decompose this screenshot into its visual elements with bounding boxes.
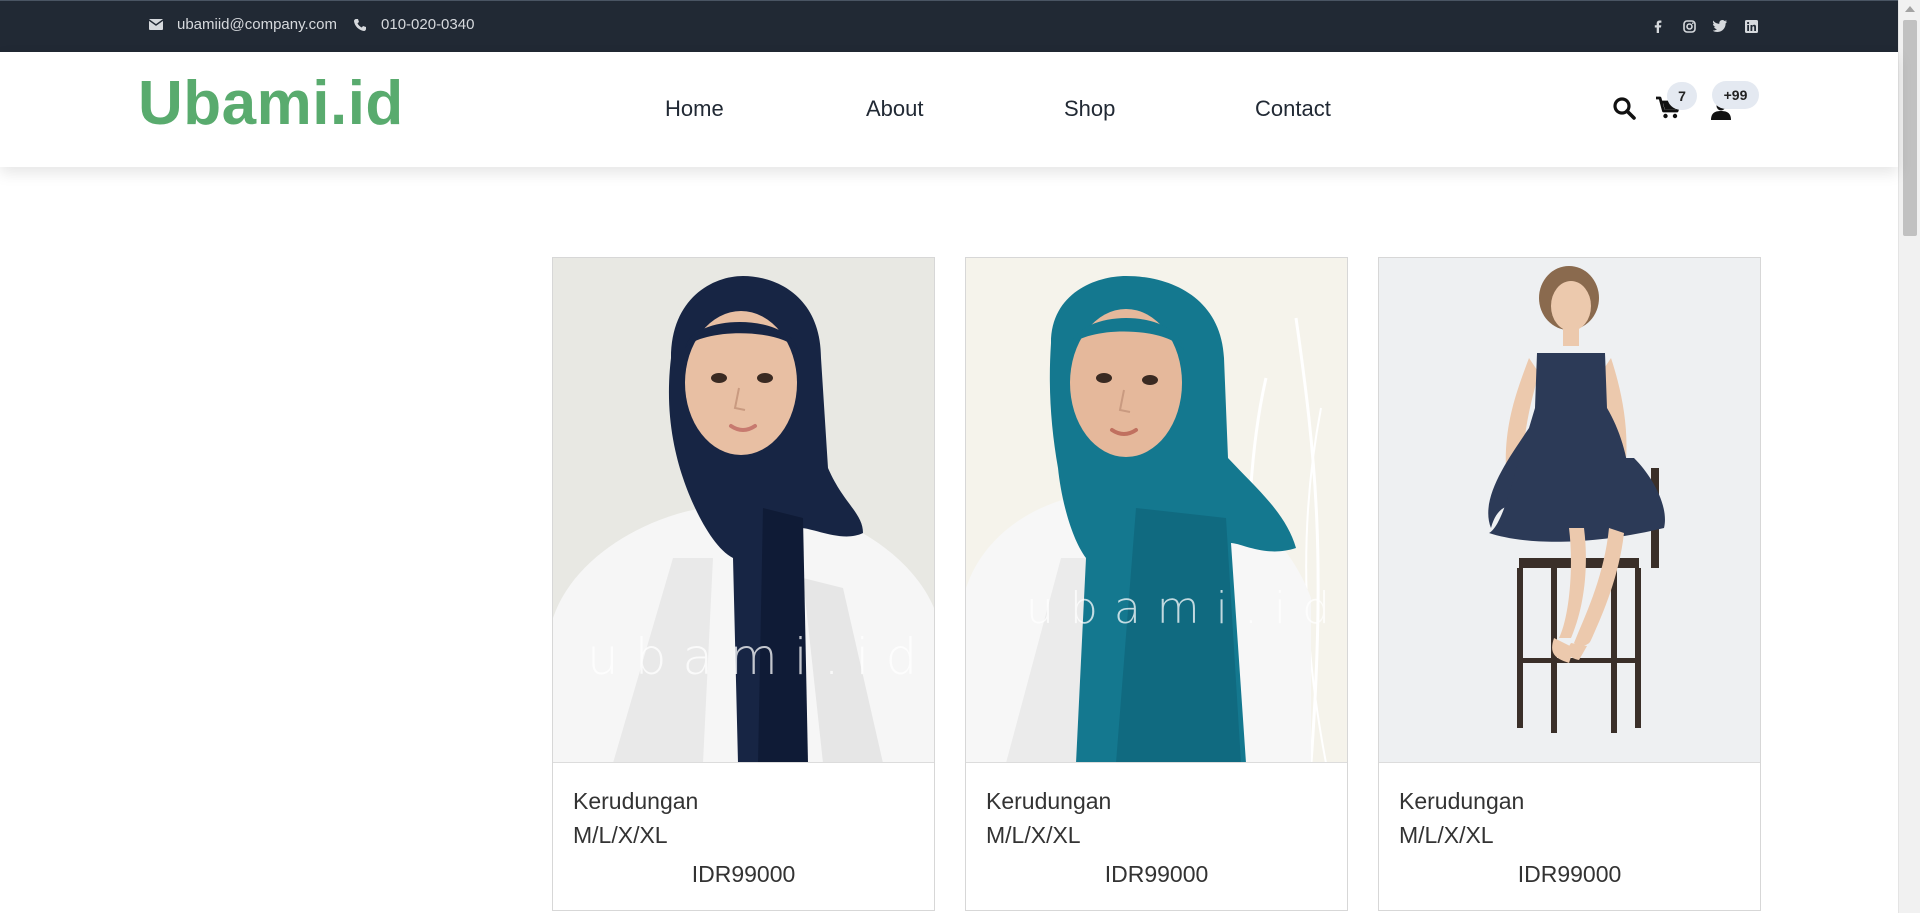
product-card[interactable]: ubami.id Kerudungan M/L/X/XL IDR99000 [552,257,935,911]
linkedin-icon[interactable] [1743,18,1759,34]
top-info-bar: ubamiid@company.com 010-020-0340 [0,0,1898,52]
product-sizes: M/L/X/XL [573,822,668,848]
contact-info: ubamiid@company.com 010-020-0340 [149,16,490,33]
product-price: IDR99000 [1517,861,1622,887]
scroll-up-arrow-icon[interactable] [1905,6,1915,12]
search-icon[interactable] [1612,96,1636,120]
main-navbar: Ubami.id Home About Shop Contact 7 +99 [0,52,1898,167]
product-image[interactable] [1379,258,1760,763]
social-links [1650,18,1759,34]
facebook-icon[interactable] [1650,18,1666,34]
twitter-icon[interactable] [1712,18,1728,34]
product-name[interactable]: Kerudungan [986,788,1111,815]
product-name[interactable]: Kerudungan [1399,788,1524,815]
product-name[interactable]: Kerudungan [573,788,698,815]
scrollbar-thumb[interactable] [1903,20,1917,236]
product-card[interactable]: ubami.id Kerudungan M/L/X/XL IDR99000 [965,257,1348,911]
nav-home[interactable]: Home [665,96,724,122]
image-watermark: ubami.id [1026,583,1347,634]
product-image[interactable]: ubami.id [966,258,1347,763]
envelope-icon [149,18,163,32]
phone-icon [353,18,367,32]
nav-about[interactable]: About [866,96,924,122]
nav-contact[interactable]: Contact [1255,96,1331,122]
product-sizes: M/L/X/XL [986,822,1081,848]
product-image[interactable]: ubami.id [553,258,934,763]
product-sizes: M/L/X/XL [1399,822,1494,848]
contact-email[interactable]: ubamiid@company.com [177,16,337,33]
brand-logo[interactable]: Ubami.id [138,68,404,139]
image-watermark: ubami.id [587,628,934,686]
product-card[interactable]: Kerudungan M/L/X/XL IDR99000 [1378,257,1761,911]
product-price: IDR99000 [1104,861,1209,887]
product-price: IDR99000 [691,861,796,887]
page-scrollbar[interactable] [1898,0,1920,913]
instagram-icon[interactable] [1681,18,1697,34]
user-count-badge: +99 [1712,81,1759,109]
cart-count-badge: 7 [1667,82,1697,110]
nav-actions: 7 +99 [1600,81,1760,132]
contact-phone[interactable]: 010-020-0340 [381,16,474,33]
nav-shop[interactable]: Shop [1064,96,1115,122]
